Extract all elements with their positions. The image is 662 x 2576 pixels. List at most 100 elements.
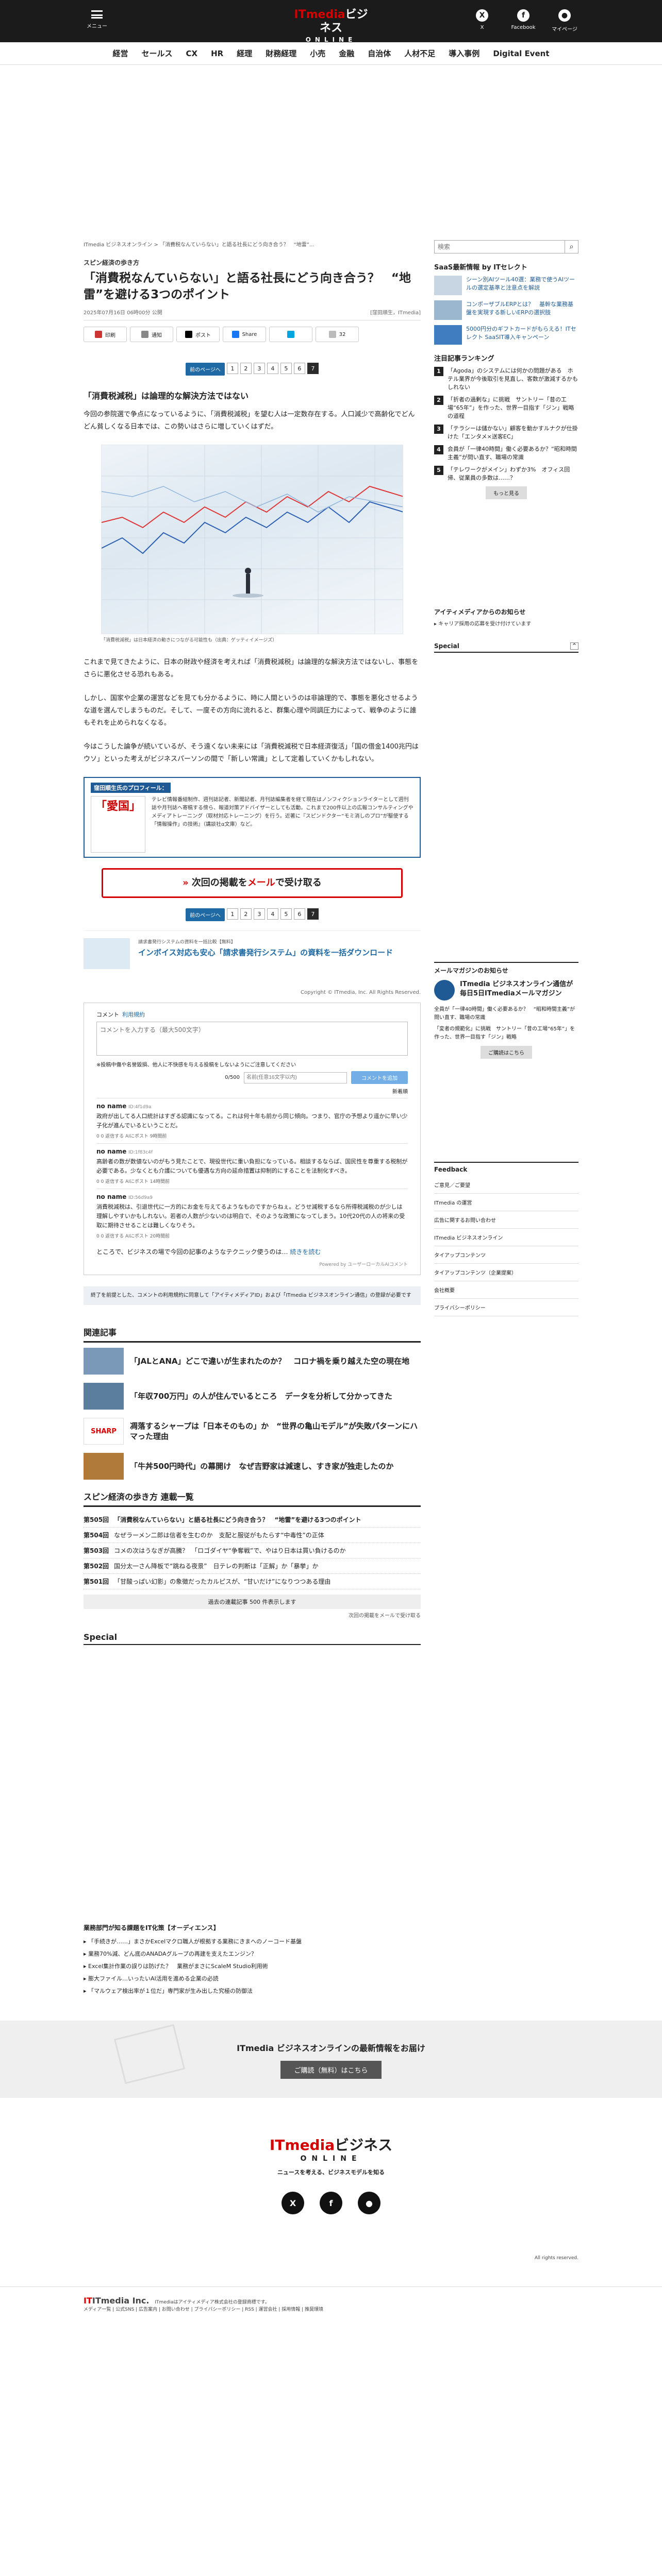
x-link[interactable]: XX: [464, 9, 500, 30]
footer-logo[interactable]: ITmediaビジネス ONLINE ニュースを考える、ビジネスモデルを知る: [0, 2134, 662, 2176]
pick-link[interactable]: ▸ Excel集計作業の誤りは防げた？ 業務がまさにScaleM Studio利…: [84, 1962, 578, 1970]
read-more-link[interactable]: 続きを読む: [290, 1248, 321, 1256]
list-item[interactable]: 第505回 「消費税なんていらない」と語る社長にどう向き合う？ “地雷”を避ける3…: [84, 1512, 421, 1528]
page-link[interactable]: 4: [267, 908, 278, 920]
page-link[interactable]: 1: [226, 908, 238, 920]
ranking-item[interactable]: 5 「テレワークがメイン」わずか3% オフィス回帰、従業員の多数は……？: [434, 466, 578, 482]
nav-item[interactable]: CX: [186, 49, 198, 58]
comment-input[interactable]: [96, 1022, 408, 1056]
name-input[interactable]: [244, 1072, 347, 1083]
user-icon[interactable]: ●: [358, 2192, 380, 2214]
list-item[interactable]: 第501回 「甘酸っぱい幻影」の象徴だったカルピスが、“甘いだけ”になりつつある理…: [84, 1574, 421, 1589]
nav-item[interactable]: 経理: [237, 48, 252, 59]
page-link[interactable]: 5: [280, 363, 292, 374]
feedback-link[interactable]: 広告に関するお問い合わせ: [434, 1211, 578, 1229]
promo-banner[interactable]: 請求書発行システムの資料を一括比較【無料】 インボイス対応も安心「請求書発行シス…: [84, 930, 421, 969]
notice-box: 終了を前提とした、コメントの利用規約に同意して「アイティメディアID」および「I…: [84, 1286, 421, 1305]
nav-item[interactable]: 小売: [310, 48, 325, 59]
page-link[interactable]: 1: [226, 363, 238, 374]
ranking-more-button[interactable]: もっと見る: [486, 486, 527, 499]
comment-actions[interactable]: 0 0 返信する AIにポスト 9時間前: [96, 1132, 408, 1139]
comment-actions[interactable]: 0 0 返信する AIにポスト 14時間前: [96, 1178, 408, 1184]
book-cover[interactable]: 「愛国」: [91, 796, 145, 853]
comment-actions[interactable]: 0 0 返信する AIにポスト 20時間前: [96, 1232, 408, 1239]
paragraph: 今はこうした論争が続いているが、そう遠くない未来には「消費税減税で日本経済復活」…: [84, 743, 419, 763]
feedback-link[interactable]: ご意見／ご要望: [434, 1176, 578, 1194]
footer-links[interactable]: メディア一覧 | 公式SNS | 広告案内 | お問い合わせ | プライバシーポ…: [84, 2307, 323, 2312]
sort-select[interactable]: 新着順: [96, 1087, 408, 1095]
nav-item[interactable]: セールス: [142, 48, 173, 59]
feedback-link[interactable]: ITmedia ビジネスオンライン: [434, 1229, 578, 1246]
toggle-icon[interactable]: ^: [570, 642, 578, 650]
comment-count-button[interactable]: 32: [316, 327, 359, 342]
facebook-share-button[interactable]: Share: [223, 327, 266, 342]
list-item[interactable]: 第504回 なぜラーメン二郎は信者を生むのか 支配と服従がもたらす“中毒性”の正体: [84, 1528, 421, 1543]
list-item[interactable]: 第502回 国分太一さん降板で“跳ねる夜景” 日テレの判断は「正解」か「暴挙」か: [84, 1558, 421, 1574]
page-link[interactable]: 2: [240, 908, 252, 920]
mail-item[interactable]: 全員が「一律40時間」働く必要あるか？ “昭和時間主義”が問い直す、職場の常識: [434, 1006, 578, 1022]
terms-link[interactable]: 利用規約: [122, 1011, 145, 1018]
mypage-link[interactable]: ● マイページ: [547, 9, 583, 32]
related-item[interactable]: 「JALとANA」どこで違いが生まれたのか？ コロナ禍を乗り越えた空の現在地: [84, 1348, 421, 1375]
nav-item[interactable]: 経営: [112, 48, 128, 59]
search-icon[interactable]: ⌕: [565, 240, 578, 253]
page-link[interactable]: 4: [267, 363, 278, 374]
print-button[interactable]: 印刷: [84, 327, 127, 342]
page-link[interactable]: 5: [280, 908, 292, 920]
nav-item[interactable]: 人材不足: [404, 48, 435, 59]
series-mail-link[interactable]: 次回の掲載をメールで受け取る: [84, 1611, 421, 1619]
feedback-link[interactable]: プライバシーポリシー: [434, 1299, 578, 1316]
notice-link[interactable]: ▸ キャリア採用の応募を受け付けています: [434, 619, 578, 627]
nav-item[interactable]: HR: [211, 49, 223, 58]
ranking-item[interactable]: 2 「折者の過剰な」に挑戦 サントリー「昔の工場“65年”」を作った、世界一目指す…: [434, 396, 578, 420]
saas-item[interactable]: シーン別AIツール40選：業務で使うAIツールの選定基準と注意点を解説: [434, 276, 578, 295]
related-item[interactable]: 「年収700万円」の人が住んでいるところ データを分析して分かってきた: [84, 1383, 421, 1410]
ranking-item[interactable]: 1 「Agoda」のシステムには何かの問題がある ホテル業界が今後取引を見直し、客…: [434, 367, 578, 392]
series-label[interactable]: スピン経済の歩き方: [84, 258, 421, 267]
newsletter-button[interactable]: ご購読（無料）はこちら: [280, 2061, 382, 2079]
prev-page-button[interactable]: 前のページへ: [186, 363, 225, 376]
submit-comment-button[interactable]: コメントを追加: [351, 1071, 408, 1084]
nav-item[interactable]: 財務経理: [266, 48, 296, 59]
facebook-icon[interactable]: f: [320, 2192, 342, 2214]
subscribe-button[interactable]: ご購読はこちら: [481, 1046, 532, 1059]
ranking-item[interactable]: 3 「テラシーは儲かない」顧客を動かすルナクが仕掛けた「エンタメ×送客EC」: [434, 425, 578, 441]
page-link[interactable]: 2: [240, 363, 252, 374]
post-button[interactable]: ポスト: [176, 327, 220, 342]
site-logo[interactable]: ITmediaビジネス ONLINE: [292, 8, 370, 43]
menu-button[interactable]: メニュー: [87, 10, 107, 29]
notify-button[interactable]: 通知: [130, 327, 173, 342]
email-subscribe-button[interactable]: » 次回の掲載をメールで受け取る: [102, 868, 403, 898]
series-more-button[interactable]: 過去の連載記事 500 件表示します: [84, 1595, 421, 1609]
pick-link[interactable]: ▸ 「手続きが……」まさかExcelマクロ職人が根拠する業務にきまへのノーコード…: [84, 1937, 578, 1945]
x-icon[interactable]: X: [282, 2192, 304, 2214]
search-input[interactable]: [434, 240, 565, 253]
saas-item[interactable]: 5000円分のギフトカードがもらえる！ITセレクト SaaSIT導入キャンペーン: [434, 325, 578, 345]
nav-item[interactable]: 導入事例: [449, 48, 479, 59]
feedback-link[interactable]: 会社概要: [434, 1281, 578, 1299]
page-link[interactable]: 3: [253, 908, 265, 920]
feedback-link[interactable]: タイアップコンテンツ: [434, 1246, 578, 1264]
page-link[interactable]: 6: [293, 363, 305, 374]
facebook-link[interactable]: f Facebook: [505, 9, 541, 30]
feedback-link[interactable]: タイアップコンテンツ（企業提案）: [434, 1264, 578, 1281]
related-item[interactable]: SHARP 凋落するシャープは「日本そのもの」か “世界の亀山モデル”が失敗パター…: [84, 1418, 421, 1445]
page-link[interactable]: 6: [293, 908, 305, 920]
page-link[interactable]: 3: [253, 363, 265, 374]
corp-logo[interactable]: ITITmedia Inc.: [84, 2296, 149, 2306]
nav-item[interactable]: Digital Event: [493, 49, 549, 58]
pick-link[interactable]: ▸ 膨大ファイル…いったいAI活用を進める企業の必読: [84, 1974, 578, 1982]
ranking-item[interactable]: 4 会員が「一律40時間」働く必要あるか？“昭和時間主義”が問い直す、職場の常識: [434, 445, 578, 462]
breadcrumb[interactable]: ITmedia ビジネスオンライン > 「消費税なんていらない」と語る社長にどう…: [84, 240, 421, 248]
hatena-button[interactable]: [269, 327, 312, 342]
mail-item[interactable]: 「変者の規範化」に挑戦 サントリー「昔の工場“65年”」を作った、世界一目指す「…: [434, 1025, 578, 1042]
pick-link[interactable]: ▸ 「マルウェア検出率が１位だ」専門家が生み出した究極の防御法: [84, 1987, 578, 1995]
prev-page-button[interactable]: 前のページへ: [186, 908, 225, 921]
nav-item[interactable]: 金融: [339, 48, 354, 59]
list-item[interactable]: 第503回 コメの次はうなぎが高騰？ 「ロゴダイヤ“争奪戦”で、やはり日本は買い負…: [84, 1543, 421, 1558]
nav-item[interactable]: 自治体: [368, 48, 391, 59]
feedback-link[interactable]: ITmedia の運営: [434, 1194, 578, 1211]
pick-link[interactable]: ▸ 業務70%減、どん底のANADAグループの再建を支えたエンジン？: [84, 1950, 578, 1958]
saas-item[interactable]: コンポーザブルERPとは？ 基幹な業務基盤を実現する新しいERPの選択肢: [434, 300, 578, 320]
related-item[interactable]: 「牛丼500円時代」の幕開け なぜ吉野家は減速し、すき家が独走したのか: [84, 1453, 421, 1480]
